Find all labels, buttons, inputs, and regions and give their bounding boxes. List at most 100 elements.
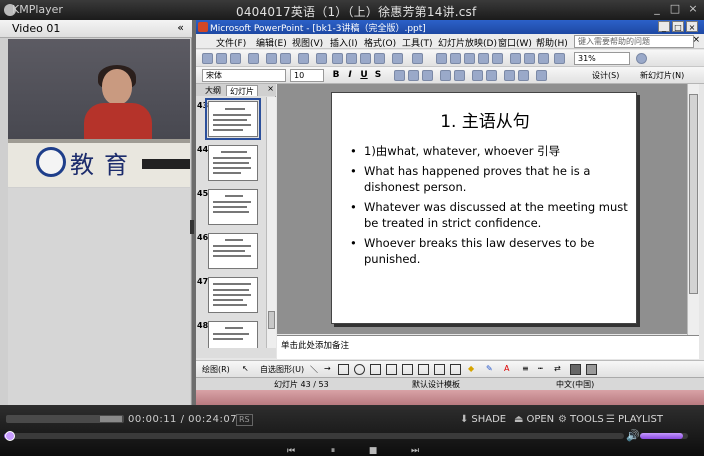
slide-bullet-list[interactable]: 1)由what, whatever, whoever 引导 What has h…: [350, 143, 630, 271]
rs-badge[interactable]: RS: [236, 414, 253, 426]
decrease-font-icon[interactable]: [486, 70, 497, 81]
view-buttons[interactable]: [196, 348, 276, 358]
next-button[interactable]: ⏭: [410, 447, 420, 456]
slide-thumbnail-48[interactable]: [208, 321, 258, 349]
slide-thumbnail-43[interactable]: [205, 98, 261, 140]
print-preview-icon[interactable]: [280, 53, 291, 64]
redo-icon[interactable]: [412, 53, 423, 64]
color-grayscale-icon[interactable]: [554, 53, 565, 64]
tab-slides[interactable]: 幻灯片: [226, 85, 258, 96]
open-button[interactable]: ⏏ OPEN: [514, 414, 554, 425]
stop-button[interactable]: ■: [368, 447, 378, 456]
insert-table-icon[interactable]: [450, 53, 461, 64]
ppt-doc-close-icon[interactable]: ×: [692, 35, 700, 45]
copy-icon[interactable]: [346, 53, 357, 64]
new-file-icon[interactable]: [202, 53, 213, 64]
arrow-tool-icon[interactable]: →: [324, 364, 335, 375]
font-name-select[interactable]: 宋体: [202, 69, 286, 82]
thumbnail-scrollbar[interactable]: [266, 97, 276, 356]
print-icon[interactable]: [266, 53, 277, 64]
font-color-icon[interactable]: [536, 70, 547, 81]
menu-insert[interactable]: 插入(I): [330, 36, 358, 49]
wordart-tool-icon[interactable]: [402, 364, 413, 375]
diagram-tool-icon[interactable]: [418, 364, 429, 375]
oval-tool-icon[interactable]: [354, 364, 365, 375]
show-formatting-icon[interactable]: [524, 53, 535, 64]
line-color-icon[interactable]: ✎: [486, 364, 497, 375]
spelling-icon[interactable]: [298, 53, 309, 64]
thumbnail-scroll-thumb[interactable]: [268, 311, 275, 329]
expand-all-icon[interactable]: [510, 53, 521, 64]
help-search-input[interactable]: 键入需要帮助的问题: [574, 35, 694, 48]
minimize-button[interactable]: _: [650, 2, 664, 16]
help-icon[interactable]: [636, 53, 647, 64]
zoom-select[interactable]: 31%: [574, 52, 630, 65]
permission-icon[interactable]: [248, 53, 259, 64]
autoshapes-menu[interactable]: 自选图形(U): [260, 364, 304, 375]
tools-button[interactable]: ⚙ TOOLS: [558, 414, 604, 425]
menu-tools[interactable]: 工具(T): [402, 36, 433, 49]
line-tool-icon[interactable]: ＼: [310, 364, 321, 375]
tables-borders-icon[interactable]: [464, 53, 475, 64]
open-file-icon[interactable]: [216, 53, 227, 64]
slide-vertical-scrollbar[interactable]: [687, 84, 699, 356]
panel-splitter-handle[interactable]: [190, 220, 194, 234]
current-slide[interactable]: 1. 主语从句 1)由what, whatever, whoever 引导 Wh…: [331, 92, 637, 324]
slide-thumbnail-44[interactable]: [208, 145, 258, 181]
insert-chart-icon[interactable]: [436, 53, 447, 64]
close-button[interactable]: ×: [686, 2, 700, 16]
ppt-minimize-button[interactable]: _: [658, 21, 670, 32]
textbox-tool-icon[interactable]: [370, 364, 381, 375]
show-grid-icon[interactable]: [538, 53, 549, 64]
undo-icon[interactable]: [392, 53, 403, 64]
picture-tool-icon[interactable]: [450, 364, 461, 375]
align-center-icon[interactable]: [408, 70, 419, 81]
increase-font-icon[interactable]: [472, 70, 483, 81]
menu-help[interactable]: 帮助(H): [536, 36, 568, 49]
increase-indent-icon[interactable]: [518, 70, 529, 81]
menu-view[interactable]: 视图(V): [292, 36, 323, 49]
numbering-icon[interactable]: [440, 70, 451, 81]
maximize-button[interactable]: □: [668, 2, 682, 16]
shadow-button[interactable]: S: [372, 69, 384, 82]
notes-pane[interactable]: 单击此处添加备注: [277, 335, 699, 359]
kmplayer-title-bar[interactable]: KMPlayer 0404017英语（1）（上）徐惠芳第14讲.csf _ □ …: [0, 0, 704, 20]
paste-icon[interactable]: [360, 53, 371, 64]
slide-thumbnail-47[interactable]: [208, 277, 258, 313]
font-size-select[interactable]: 10: [290, 69, 324, 82]
video-frame[interactable]: Video 01 « 教育 Microsoft PowerPoint - [bk…: [0, 20, 704, 405]
menu-window[interactable]: 窗口(W): [498, 36, 532, 49]
collapse-chevron-icon[interactable]: «: [177, 21, 184, 34]
align-right-icon[interactable]: [422, 70, 433, 81]
arrow-style-icon[interactable]: ⇄: [554, 364, 565, 375]
slide-thumbnail-45[interactable]: [208, 189, 258, 225]
slide-thumbnail-46[interactable]: [208, 233, 258, 269]
save-icon[interactable]: [230, 53, 241, 64]
design-button[interactable]: 设计(S): [592, 69, 619, 82]
menu-file[interactable]: 文件(F): [216, 36, 246, 49]
menu-slideshow[interactable]: 幻灯片放映(D): [438, 36, 497, 49]
3d-style-icon[interactable]: [586, 364, 597, 375]
seek-handle[interactable]: [5, 431, 16, 441]
pause-button[interactable]: ⏸: [328, 447, 338, 456]
prev-button[interactable]: ⏮: [286, 447, 296, 456]
research-icon[interactable]: [316, 53, 327, 64]
italic-button[interactable]: I: [344, 69, 356, 82]
bold-button[interactable]: B: [330, 69, 342, 82]
playlist-button[interactable]: ☰ PLAYLIST: [606, 414, 663, 425]
pane-close-icon[interactable]: ×: [267, 84, 274, 93]
rectangle-tool-icon[interactable]: [338, 364, 349, 375]
font-color-draw-icon[interactable]: A: [504, 364, 515, 375]
shadow-style-icon[interactable]: [570, 364, 581, 375]
underline-button[interactable]: U: [358, 69, 370, 82]
draw-menu[interactable]: 绘图(R): [202, 364, 230, 375]
menu-edit[interactable]: 编辑(E): [256, 36, 287, 49]
fill-color-icon[interactable]: ◆: [468, 364, 479, 375]
line-style-icon[interactable]: ≡: [522, 364, 533, 375]
seek-bar[interactable]: [4, 431, 624, 441]
shade-button[interactable]: ⬇ SHADE: [460, 414, 506, 425]
format-painter-icon[interactable]: [374, 53, 385, 64]
slide-scroll-thumb[interactable]: [689, 94, 698, 294]
clipart-tool-icon[interactable]: [434, 364, 445, 375]
bullets-icon[interactable]: [454, 70, 465, 81]
